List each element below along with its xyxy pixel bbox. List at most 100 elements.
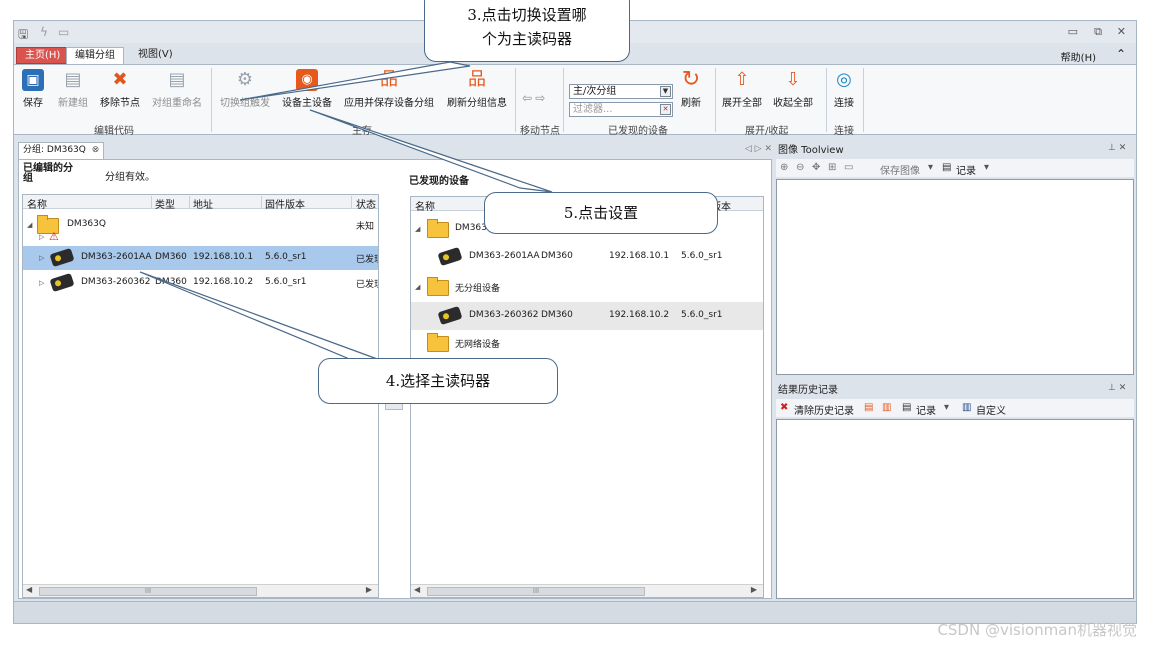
- history-panel-pin[interactable]: ⊥ ✕: [1108, 383, 1126, 393]
- collapse-all-button[interactable]: ⇩ 收起全部: [773, 69, 813, 109]
- expand-arrow-icon[interactable]: ▷: [39, 279, 44, 287]
- clear-icon: ✖: [780, 402, 789, 413]
- group-type-select[interactable]: 主/次分组 ▼: [569, 84, 673, 99]
- code-reader-icon: [437, 305, 463, 326]
- export-icon[interactable]: ▤: [864, 402, 873, 413]
- image-viewer[interactable]: [776, 179, 1134, 375]
- table-row[interactable]: DM363-260362 DM360 192.168.10.2 5.6.0_sr…: [411, 302, 763, 330]
- filter-input[interactable]: 过滤器... ✕: [569, 102, 673, 117]
- collapse-arrow-icon[interactable]: ◢: [415, 283, 420, 291]
- folder-icon: [427, 333, 449, 352]
- document-tabs: 分组: DM363Q ⊗ ◁ ▷ ✕: [14, 141, 772, 159]
- code-reader-icon: [49, 272, 75, 293]
- column-name[interactable]: 名称: [27, 196, 47, 211]
- tree-row-group[interactable]: ◢ 无分组设备: [411, 275, 763, 299]
- chevron-down-icon[interactable]: ▾: [928, 162, 933, 173]
- close-tab-icon[interactable]: ⊗: [92, 145, 100, 155]
- collapse-ribbon-button[interactable]: ⌃: [1116, 47, 1126, 61]
- record-icon: ▤: [902, 402, 912, 413]
- pan-icon[interactable]: ✥: [812, 162, 820, 173]
- refresh-icon: ↻: [681, 67, 701, 92]
- scroll-left-icon[interactable]: ◀: [414, 585, 420, 594]
- close-button[interactable]: ✕: [1117, 25, 1126, 38]
- column-name[interactable]: 名称: [415, 198, 435, 213]
- new-group-button[interactable]: ▤ 新建组: [58, 69, 88, 109]
- group-label-edit-code: 编辑代码: [94, 126, 134, 137]
- clear-filter-icon[interactable]: ✕: [660, 104, 671, 115]
- chevron-down-icon[interactable]: ▼: [660, 86, 671, 97]
- image-panel-title: 图像 Toolview: [778, 145, 844, 156]
- zoom-in-icon[interactable]: ⊕: [780, 162, 788, 173]
- save-icon[interactable]: 🖫: [18, 25, 28, 46]
- minimize-button[interactable]: ▭: [1068, 25, 1078, 38]
- chevron-down-icon[interactable]: ▾: [984, 162, 989, 173]
- tab-edit-group[interactable]: 编辑分组: [66, 47, 124, 64]
- save-image-button[interactable]: 保存图像: [880, 162, 920, 177]
- column-firmware[interactable]: 固件版本: [265, 196, 305, 211]
- edited-groups-title: 已编辑的分 组: [23, 163, 73, 184]
- copy-icon[interactable]: ▥: [882, 402, 891, 413]
- image-icon[interactable]: ▭: [844, 162, 853, 173]
- column-type[interactable]: 类型: [155, 196, 175, 211]
- monitor-icon[interactable]: ▭: [58, 25, 69, 39]
- record-button[interactable]: 记录: [956, 162, 976, 177]
- collapse-arrow-icon[interactable]: ◢: [415, 225, 420, 233]
- scroll-left-icon[interactable]: ◀: [26, 585, 32, 594]
- column-address[interactable]: 地址: [193, 196, 213, 211]
- refresh-group-info-button[interactable]: 品 刷新分组信息: [447, 69, 507, 109]
- collapse-arrow-icon[interactable]: ◢: [27, 221, 32, 229]
- history-panel-title: 结果历史记录: [778, 385, 838, 396]
- horizontal-scrollbar[interactable]: ◀ III ▶: [23, 584, 378, 597]
- table-row[interactable]: DM363-2601AA DM360 192.168.10.1 5.6.0_sr…: [411, 245, 763, 269]
- expand-arrow-icon[interactable]: ▷: [39, 254, 44, 262]
- remove-node-button[interactable]: ✖ 移除节点: [100, 69, 140, 109]
- arrow-left-icon: ⇦: [522, 91, 533, 105]
- lightning-icon[interactable]: ϟ: [40, 25, 48, 39]
- clear-history-button[interactable]: 清除历史记录: [794, 402, 854, 417]
- column-state[interactable]: 状态: [356, 196, 376, 211]
- tree-row-warning[interactable]: ▷ ⚠: [23, 229, 378, 245]
- warning-icon: ⚠: [49, 230, 59, 243]
- history-list[interactable]: [776, 419, 1134, 599]
- table-row[interactable]: ▷ DM363-2601AA DM360 192.168.10.1 5.6.0_…: [23, 246, 378, 270]
- record-button[interactable]: 记录: [916, 402, 936, 417]
- refresh-button[interactable]: ↻ 刷新: [680, 67, 702, 110]
- image-panel-pin[interactable]: ⊥ ✕: [1108, 143, 1126, 153]
- expand-arrow-icon[interactable]: ▷: [39, 233, 44, 241]
- switch-trigger-button[interactable]: ⚙ 切换组触发: [220, 69, 270, 109]
- callout-step-3: 3.点击切换设置哪 个为主读码器: [424, 0, 630, 62]
- help-menu[interactable]: 帮助(H): [1061, 49, 1096, 64]
- ribbon-separator: [715, 68, 716, 132]
- scroll-right-icon[interactable]: ▶: [751, 585, 757, 594]
- tree-row-group[interactable]: 无网络设备: [411, 331, 763, 355]
- rename-group-button[interactable]: ▤ 对组重命名: [152, 69, 202, 109]
- move-node-arrows[interactable]: ⇦ ⇨: [522, 91, 545, 105]
- horizontal-scrollbar[interactable]: ◀ III ▶: [411, 584, 763, 597]
- chevron-down-icon[interactable]: ▾: [944, 402, 949, 413]
- ribbon-separator: [515, 68, 516, 132]
- connect-button[interactable]: ◎ 连接: [833, 69, 855, 109]
- apply-save-group-button[interactable]: 品 应用并保存设备分组: [344, 69, 434, 109]
- tab-view[interactable]: 视图(V): [130, 47, 181, 64]
- group-label-move-node: 移动节点: [520, 126, 560, 137]
- scroll-right-icon[interactable]: ▶: [366, 585, 372, 594]
- customize-button[interactable]: 自定义: [976, 402, 1006, 417]
- document-nav-controls[interactable]: ◁ ▷ ✕: [745, 144, 772, 154]
- table-row[interactable]: ▷ DM363-260362 DM360 192.168.10.2 5.6.0_…: [23, 271, 378, 295]
- new-group-icon: ▤: [64, 69, 82, 90]
- watermark: CSDN @visionman机器视觉: [937, 621, 1137, 639]
- zoom-out-icon[interactable]: ⊖: [796, 162, 804, 173]
- save-button[interactable]: ▣ 保存: [22, 69, 44, 109]
- set-primary-device-button[interactable]: ◉ 设备主设备: [282, 69, 332, 109]
- floppy-icon: ▣: [22, 69, 44, 91]
- hierarchy-icon: 品: [380, 69, 398, 90]
- tab-home[interactable]: 主页(H): [16, 47, 70, 64]
- restore-button[interactable]: ⧉: [1094, 25, 1102, 39]
- fit-icon[interactable]: ⊞: [828, 162, 836, 173]
- ribbon-separator: [563, 68, 564, 132]
- expand-all-button[interactable]: ⇧ 展开全部: [722, 69, 762, 109]
- ribbon-separator: [826, 68, 827, 132]
- tab-group-dm363q[interactable]: 分组: DM363Q ⊗: [18, 142, 105, 159]
- code-reader-icon: [49, 247, 75, 268]
- found-devices-title: 已发现的设备: [409, 176, 469, 187]
